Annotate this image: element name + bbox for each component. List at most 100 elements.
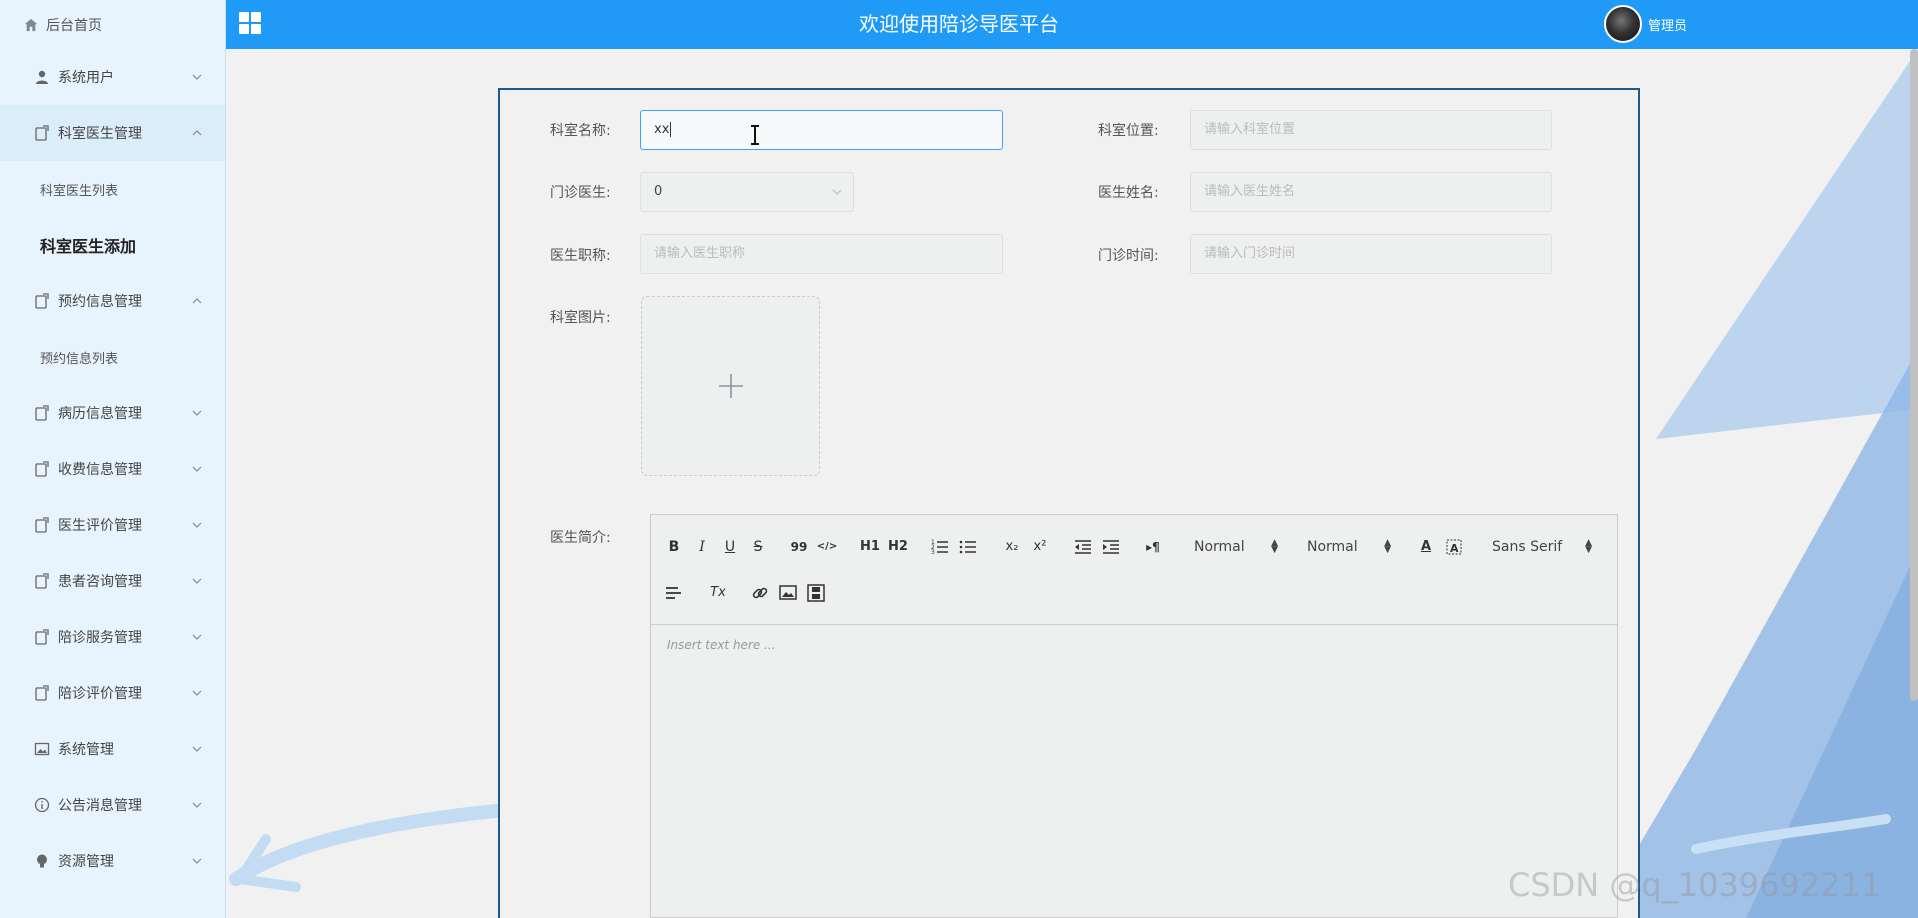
home-icon [24,18,38,31]
doctor-title-input[interactable]: 请输入医生职称 [640,234,1003,274]
editor-placeholder[interactable]: Insert text here ... [667,638,776,652]
chevron-up-icon [192,130,202,136]
clipboard-icon [35,293,49,309]
home-link[interactable]: 后台首页 [0,0,226,49]
bullet-list-icon[interactable] [957,536,979,558]
sidebar-item-resources[interactable]: 资源管理 [0,833,225,889]
sidebar-item-label: 系统管理 [58,742,114,758]
sidebar-item-label: 资源管理 [58,854,114,870]
plus-icon [719,374,743,398]
video-icon[interactable] [805,582,827,604]
text-direction-button[interactable]: ▸¶ [1142,536,1164,558]
updown-icon: ▲ ▼ [1585,538,1592,555]
user-menu[interactable]: 管理员 [1604,3,1687,45]
bold-button[interactable]: B [663,536,685,558]
chevron-down-icon [192,858,202,864]
clear-format-button[interactable]: Tx [707,582,729,604]
link-icon[interactable] [749,582,771,604]
size-select[interactable]: Normal ▲ ▼ [1194,536,1278,558]
sidebar-item-label: 病历信息管理 [58,406,142,422]
ordered-list-icon[interactable]: 123 [929,536,951,558]
chevron-down-icon [832,189,842,195]
clipboard-icon [35,629,49,645]
sidebar-item-label: 患者咨询管理 [58,574,142,590]
sidebar-item-dept-doctor[interactable]: 科室医生管理 [0,105,225,161]
align-left-icon[interactable] [663,582,685,604]
clipboard-icon [35,461,49,477]
home-label: 后台首页 [46,17,102,34]
sidebar-item-label: 预约信息管理 [58,294,142,310]
text-caret [670,122,672,137]
updown-icon: ▲ ▼ [1271,538,1278,555]
rich-text-editor: B I U S 99 </> H1 H2 123 x₂ x² ▸¶ Normal… [650,514,1618,918]
image-upload[interactable] [641,296,820,476]
sidebar-item-announcements[interactable]: 公告消息管理 [0,777,225,833]
sidebar: 系统用户 科室医生管理 科室医生列表 科室医生添加 预约信息管理 预约信息列表 … [0,49,226,918]
chevron-down-icon [192,410,202,416]
size-select-label: Normal [1194,539,1245,555]
sidebar-item-system-users[interactable]: 系统用户 [0,49,225,105]
clipboard-icon [35,517,49,533]
sidebar-item-appointment[interactable]: 预约信息管理 [0,273,225,329]
chevron-down-icon [192,466,202,472]
sidebar-item-doctor-review[interactable]: 医生评价管理 [0,497,225,553]
page-scrollbar[interactable] [1910,49,1918,701]
sidebar-item-billing[interactable]: 收费信息管理 [0,441,225,497]
clipboard-icon [35,405,49,421]
sidebar-item-label: 公告消息管理 [58,798,142,814]
clipboard-icon [35,125,49,141]
chevron-down-icon [192,522,202,528]
sidebar-item-escort-review[interactable]: 陪诊评价管理 [0,665,225,721]
code-button[interactable]: </> [816,536,838,558]
superscript-button[interactable]: x² [1029,536,1051,558]
dept-location-input[interactable]: 请输入科室位置 [1190,110,1552,150]
clipboard-icon [35,573,49,589]
h1-button[interactable]: H1 [859,536,881,558]
sidebar-item-label: 陪诊评价管理 [58,686,142,702]
doctor-name-input[interactable]: 请输入医生姓名 [1190,172,1552,212]
blockquote-button[interactable]: 99 [788,536,810,558]
chevron-up-icon [192,298,202,304]
sidebar-subitem-dept-doctor-list[interactable]: 科室医生列表 [0,161,225,217]
dept-name-input[interactable]: xx [640,110,1003,150]
strike-button[interactable]: S [747,536,769,558]
font-color-button[interactable]: A [1415,536,1437,558]
clinic-time-label: 门诊时间: [1098,248,1159,264]
dept-name-value: xx [654,122,670,137]
background-color-icon[interactable]: A [1443,536,1465,558]
clinic-doctor-select[interactable]: 0 [640,172,854,212]
sidebar-item-label: 医生评价管理 [58,518,142,534]
chevron-down-icon [192,690,202,696]
outdent-icon[interactable] [1072,536,1094,558]
text-cursor-icon [751,125,759,145]
underline-button[interactable]: U [719,536,741,558]
sidebar-item-medical-records[interactable]: 病历信息管理 [0,385,225,441]
italic-button[interactable]: I [691,536,713,558]
user-icon [36,70,48,84]
clinic-doctor-value: 0 [654,184,663,199]
clinic-time-input[interactable]: 请输入门诊时间 [1190,234,1552,274]
image-icon[interactable] [777,582,799,604]
sidebar-item-patient-consult[interactable]: 患者咨询管理 [0,553,225,609]
header-select-label: Normal [1307,539,1358,555]
chevron-down-icon [192,746,202,752]
updown-icon: ▲ ▼ [1384,538,1391,555]
clinic-doctor-label: 门诊医生: [550,185,611,201]
sidebar-item-escort-service[interactable]: 陪诊服务管理 [0,609,225,665]
sidebar-subitem-dept-doctor-add[interactable]: 科室医生添加 [0,217,225,273]
font-select[interactable]: Sans Serif ▲ ▼ [1492,536,1592,558]
doctor-title-label: 医生职称: [550,248,611,264]
sidebar-item-system-admin[interactable]: 系统管理 [0,721,225,777]
sidebar-item-label: 陪诊服务管理 [58,630,142,646]
subscript-button[interactable]: x₂ [1001,536,1023,558]
sidebar-subitem-appointment-list[interactable]: 预约信息列表 [0,329,225,385]
menu-toggle-grid-icon[interactable] [239,12,261,34]
indent-icon[interactable] [1100,536,1122,558]
info-icon [34,797,50,813]
h2-button[interactable]: H2 [887,536,909,558]
chevron-down-icon [192,74,202,80]
user-name: 管理员 [1648,18,1688,34]
avatar[interactable] [1604,5,1642,43]
header-select[interactable]: Normal ▲ ▼ [1307,536,1391,558]
font-select-label: Sans Serif [1492,539,1563,555]
